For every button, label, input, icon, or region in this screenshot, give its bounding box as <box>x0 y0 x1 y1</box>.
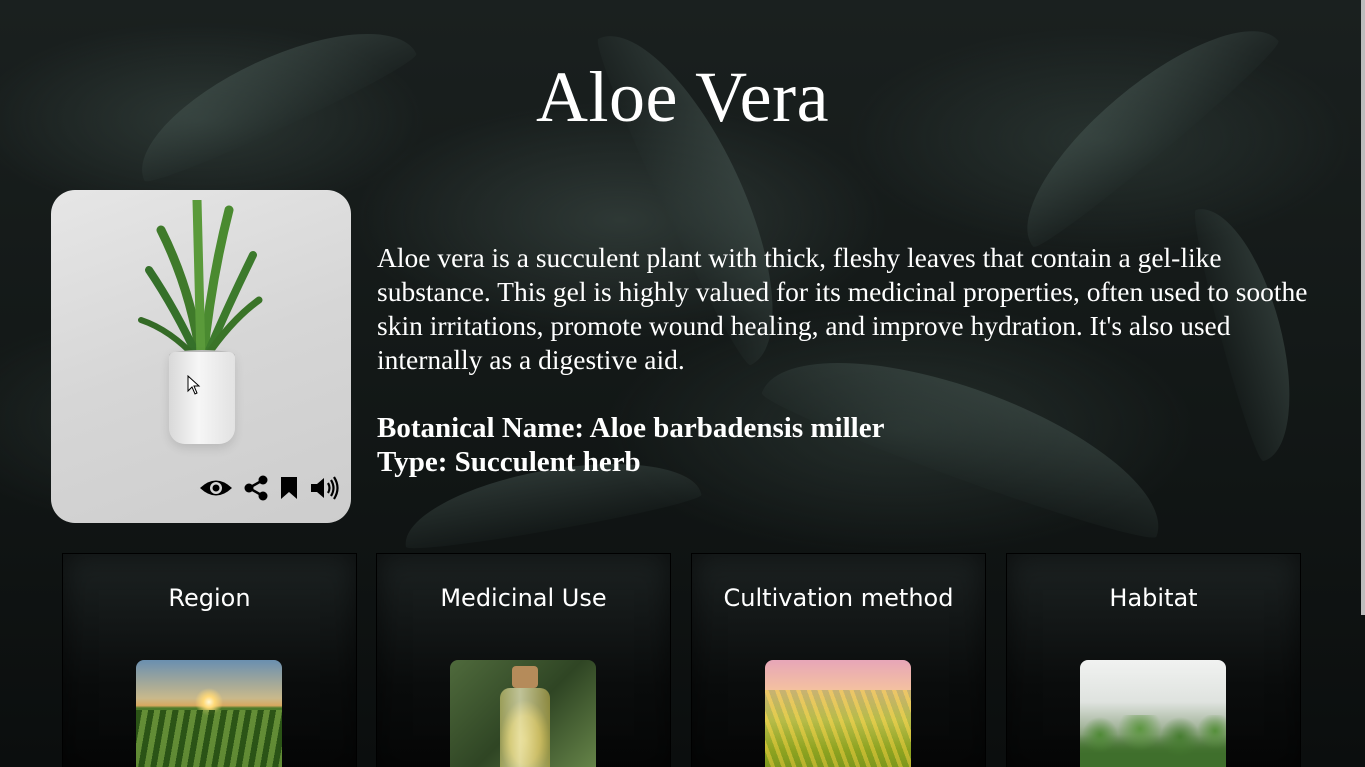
region-image <box>136 660 282 767</box>
plant-action-bar <box>199 473 341 503</box>
info-card-habitat[interactable]: Habitat <box>1006 553 1301 767</box>
plant-type: Type: Succulent herb <box>377 446 641 478</box>
mouse-cursor-icon <box>187 375 201 395</box>
listen-button[interactable] <box>309 475 341 501</box>
bookmark-icon <box>281 477 297 499</box>
eye-icon <box>200 480 232 496</box>
botanical-name: Botanical Name: Aloe barbadensis miller <box>377 412 885 444</box>
share-button[interactable] <box>243 475 269 501</box>
speaker-icon <box>311 476 339 500</box>
card-title: Medicinal Use <box>440 584 607 612</box>
info-card-region[interactable]: Region <box>62 553 357 767</box>
view-button[interactable] <box>199 477 233 499</box>
plant-pot <box>169 352 235 444</box>
card-title: Habitat <box>1109 584 1198 612</box>
bookmark-button[interactable] <box>279 476 299 500</box>
info-card-cultivation-method[interactable]: Cultivation method <box>691 553 986 767</box>
page-title: Aloe Vera <box>535 57 830 137</box>
cultivation-method-image <box>765 660 911 767</box>
habitat-image <box>1080 660 1226 767</box>
plant-description: Aloe vera is a succulent plant with thic… <box>377 242 1308 375</box>
card-title: Cultivation method <box>723 584 954 612</box>
plant-image-card <box>51 190 351 523</box>
share-icon <box>244 475 268 501</box>
aloe-plant-image <box>138 200 263 360</box>
card-title: Region <box>168 584 251 612</box>
medicinal-use-image <box>450 660 596 767</box>
info-card-medicinal-use[interactable]: Medicinal Use <box>376 553 671 767</box>
plant-facts: Botanical Name: Aloe barbadensis miller … <box>377 411 884 479</box>
